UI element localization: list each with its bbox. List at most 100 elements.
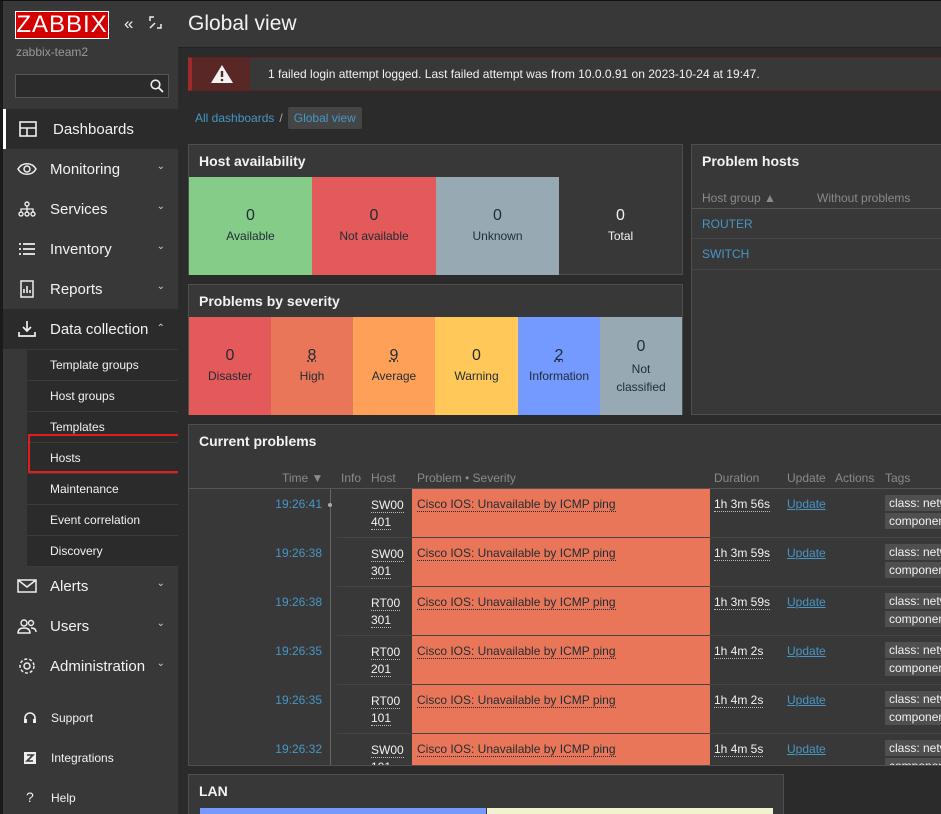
problem-cell[interactable]: Cisco IOS: Unavailable by ICMP ping (412, 587, 710, 636)
problem-name[interactable]: Cisco IOS: Unavailable by ICMP ping (417, 742, 616, 757)
tag-badge[interactable]: componen (885, 758, 941, 765)
kiosk-mode-icon[interactable] (149, 15, 162, 33)
nav-users[interactable]: Users ⌄ (3, 606, 178, 646)
severity-average[interactable]: 9 Average (353, 317, 435, 415)
update-link[interactable]: Update (787, 546, 826, 560)
tag-badge[interactable]: componen (885, 513, 941, 529)
tag-badge[interactable]: class: netw (885, 495, 941, 511)
host-line: 101 (371, 760, 392, 765)
chevron-down-icon: ⌄ (156, 281, 165, 292)
count[interactable]: 8 (271, 347, 353, 365)
tag-badge[interactable]: componen (885, 562, 941, 578)
update-link[interactable]: Update (787, 595, 826, 609)
collapse-sidebar-icon[interactable]: « (124, 15, 133, 33)
col-host-group[interactable]: Host group ▲ (702, 191, 776, 205)
nav-dashboards[interactable]: Dashboards (3, 109, 178, 149)
host-line: 301 (371, 613, 392, 628)
count[interactable]: 9 (353, 347, 435, 365)
col-duration: Duration (714, 471, 760, 485)
severity-high[interactable]: 8 High (271, 317, 353, 415)
lan-map-area[interactable] (200, 808, 486, 814)
nav-label: Dashboards (53, 120, 134, 138)
problem-cell[interactable]: Cisco IOS: Unavailable by ICMP ping (412, 685, 710, 734)
availability-not-available[interactable]: 0 Not available (312, 177, 436, 275)
problem-duration[interactable]: 1h 4m 2s (714, 644, 764, 659)
breadcrumb-all-dashboards[interactable]: All dashboards (195, 111, 274, 125)
severity-warning[interactable]: 0 Warning (435, 317, 518, 415)
zabbix-logo[interactable]: ZABBIX (15, 11, 109, 39)
problem-name[interactable]: Cisco IOS: Unavailable by ICMP ping (417, 546, 616, 561)
severity-not-classified[interactable]: 0 Not classified (600, 317, 682, 415)
table-row: 19:26:32 SW00 101 Cisco IOS: Unavailable … (189, 734, 941, 765)
count[interactable]: 2 (518, 347, 600, 365)
nav-data-collection[interactable]: Data collection ⌃ (3, 309, 178, 349)
problem-name[interactable]: Cisco IOS: Unavailable by ICMP ping (417, 595, 616, 610)
problem-host[interactable]: RT00 201 (371, 644, 411, 678)
problem-name[interactable]: Cisco IOS: Unavailable by ICMP ping (417, 644, 616, 659)
tag-badge[interactable]: componen (885, 611, 941, 627)
problem-host[interactable]: RT00 101 (371, 693, 411, 727)
lan-map-area[interactable] (487, 808, 773, 814)
problem-time[interactable]: 19:26:35 (275, 644, 322, 658)
nav-administration[interactable]: Administration ⌄ (3, 646, 178, 686)
nav-monitoring[interactable]: Monitoring ⌄ (3, 149, 178, 189)
tag-badge[interactable]: class: netw (885, 642, 941, 658)
tag-badge[interactable]: class: netw (885, 740, 941, 756)
nav-alerts[interactable]: Alerts ⌄ (3, 566, 178, 606)
nav-reports[interactable]: Reports ⌄ (3, 269, 178, 309)
submenu-host-groups[interactable]: Host groups (27, 381, 181, 412)
footer-support[interactable]: Support (3, 698, 178, 738)
col-actions: Actions (835, 471, 875, 485)
footer-help[interactable]: ? Help (3, 778, 178, 814)
availability-unknown[interactable]: 0 Unknown (436, 177, 559, 275)
footer-integrations[interactable]: Integrations (3, 738, 178, 778)
severity-information[interactable]: 2 Information (518, 317, 600, 415)
problem-duration[interactable]: 1h 4m 2s (714, 693, 764, 708)
severity-disaster[interactable]: 0 Disaster (189, 317, 271, 415)
update-link[interactable]: Update (787, 497, 826, 511)
problem-cell[interactable]: Cisco IOS: Unavailable by ICMP ping (412, 489, 710, 538)
tag-badge[interactable]: class: netw (885, 593, 941, 609)
host-group-link[interactable]: ROUTER (702, 217, 753, 231)
problem-host[interactable]: SW00 301 (371, 546, 411, 580)
submenu-event-correlation[interactable]: Event correlation (27, 505, 181, 536)
problem-time[interactable]: 19:26:32 (275, 742, 322, 756)
problem-host[interactable]: SW00 101 (371, 742, 411, 765)
problem-duration[interactable]: 1h 3m 59s (714, 546, 771, 561)
chevron-down-icon: ⌄ (156, 161, 165, 172)
tag-badge[interactable]: class: netw (885, 544, 941, 560)
problem-cell[interactable]: Cisco IOS: Unavailable by ICMP ping (412, 538, 710, 587)
problem-time[interactable]: 19:26:41 (275, 497, 322, 511)
breadcrumb-current[interactable]: Global view (287, 107, 362, 129)
problem-cell[interactable]: Cisco IOS: Unavailable by ICMP ping (412, 636, 710, 685)
problem-time[interactable]: 19:26:38 (275, 546, 322, 560)
submenu-discovery[interactable]: Discovery (27, 536, 181, 567)
tag-badge[interactable]: class: netw (885, 691, 941, 707)
search-input[interactable] (15, 74, 169, 98)
nav-services[interactable]: Services ⌄ (3, 189, 178, 229)
dashboards-icon (19, 121, 37, 137)
problem-name[interactable]: Cisco IOS: Unavailable by ICMP ping (417, 693, 616, 708)
update-link[interactable]: Update (787, 693, 826, 707)
problem-host[interactable]: SW00 401 (371, 497, 411, 531)
col-time[interactable]: Time ▼ (282, 471, 323, 485)
problem-time[interactable]: 19:26:35 (275, 693, 322, 707)
problem-duration[interactable]: 1h 3m 56s (714, 497, 771, 512)
update-link[interactable]: Update (787, 644, 826, 658)
problem-cell[interactable]: Cisco IOS: Unavailable by ICMP ping (412, 734, 710, 765)
problem-name[interactable]: Cisco IOS: Unavailable by ICMP ping (417, 497, 616, 512)
submenu-maintenance[interactable]: Maintenance (27, 474, 181, 505)
problem-time[interactable]: 19:26:38 (275, 595, 322, 609)
chevron-down-icon: ⌄ (156, 201, 165, 212)
submenu-template-groups[interactable]: Template groups (27, 350, 181, 381)
problem-duration[interactable]: 1h 4m 5s (714, 742, 764, 757)
tag-badge[interactable]: componen (885, 660, 941, 676)
search-icon[interactable] (150, 79, 164, 93)
nav-inventory[interactable]: Inventory ⌄ (3, 229, 178, 269)
host-group-link[interactable]: SWITCH (702, 247, 749, 261)
problem-host[interactable]: RT00 301 (371, 595, 411, 629)
update-link[interactable]: Update (787, 742, 826, 756)
problem-duration[interactable]: 1h 3m 59s (714, 595, 771, 610)
tag-badge[interactable]: componen (885, 709, 941, 725)
availability-available[interactable]: 0 Available (189, 177, 312, 275)
